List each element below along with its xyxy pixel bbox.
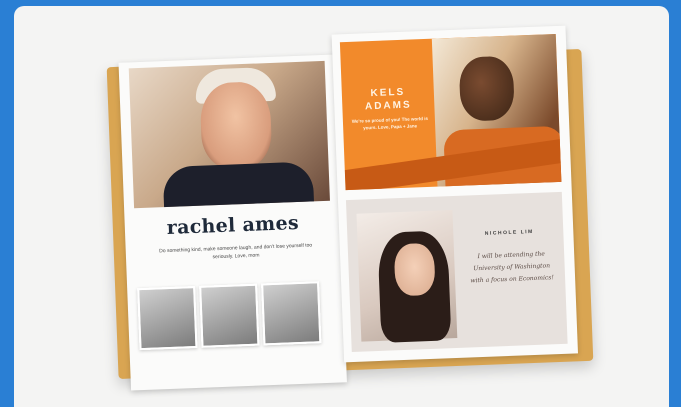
- child-photo: [261, 281, 322, 346]
- kels-last-name: ADAMS: [364, 99, 412, 113]
- right-page: KELS ADAMS We're so proud of you! The wo…: [331, 25, 578, 363]
- nichole-photo: [356, 210, 458, 343]
- photo-book: rachel ames Do something kind, make some…: [105, 15, 594, 391]
- jacket-shape: [162, 161, 315, 209]
- rachel-photo: [128, 60, 330, 209]
- rachel-name: rachel ames: [166, 211, 300, 240]
- nichole-name: NICHOLE LIM: [484, 228, 534, 237]
- rachel-caption: Do something kind, make someone laugh, a…: [159, 242, 313, 261]
- kels-message: We're so proud of you! The world is your…: [351, 115, 429, 131]
- face-shape: [393, 242, 436, 297]
- nichole-panel: NICHOLE LIM I will be attending the Univ…: [345, 191, 568, 353]
- baby-photo: [137, 285, 198, 351]
- kels-panel: KELS ADAMS We're so proud of you! The wo…: [339, 33, 562, 191]
- photo-frame: rachel ames Do something kind, make some…: [14, 6, 669, 407]
- kels-head-shape: [458, 55, 515, 122]
- face-shape: [199, 80, 273, 170]
- kids-photo: [199, 283, 260, 348]
- kels-name: KELS ADAMS: [342, 85, 435, 115]
- nichole-message: I will be attending the University of Wa…: [470, 250, 554, 285]
- left-page: rachel ames Do something kind, make some…: [118, 54, 347, 391]
